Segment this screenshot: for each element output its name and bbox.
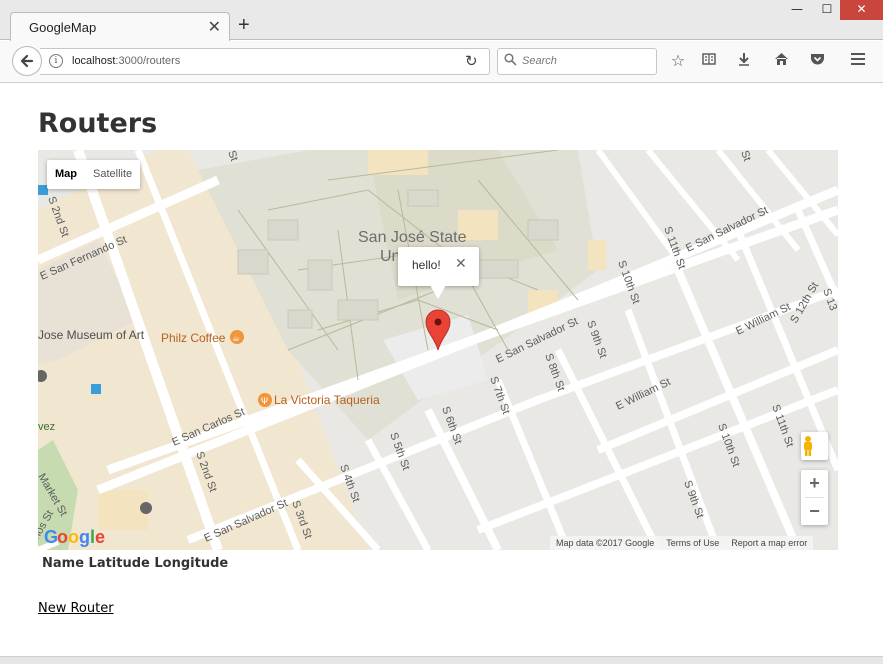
- google-logo: G o o g l e: [44, 527, 105, 547]
- map-type-satellite-button[interactable]: Satellite: [85, 160, 140, 189]
- info-window-tail: [430, 285, 446, 299]
- svg-text:o: o: [68, 527, 79, 547]
- reload-icon[interactable]: ↻: [465, 52, 478, 70]
- map-tiles[interactable]: San José State Un E San Fernando St Jose…: [38, 150, 838, 550]
- home-icon[interactable]: [770, 51, 792, 70]
- menu-icon[interactable]: [847, 51, 869, 70]
- svg-text:o: o: [57, 527, 68, 547]
- back-arrow-icon: [20, 54, 34, 68]
- map-attribution: Map data ©2017 Google Terms of Use Repor…: [550, 536, 814, 550]
- pegman-icon: [804, 436, 812, 456]
- reading-list-icon[interactable]: [698, 51, 720, 70]
- info-window-text: hello!: [412, 258, 441, 272]
- label-museum: Jose Museum of Art: [38, 328, 145, 342]
- svg-text:☕: ☕: [232, 334, 240, 344]
- info-window: hello! ✕: [398, 247, 479, 286]
- browser-tab[interactable]: GoogleMap ✕: [10, 12, 230, 41]
- label-university: San José State: [358, 229, 467, 246]
- tab-close-icon[interactable]: ✕: [208, 17, 221, 36]
- new-tab-button[interactable]: +: [238, 14, 250, 37]
- page-title: Routers: [38, 108, 158, 139]
- label-chavez: vez: [38, 421, 55, 433]
- search-icon: [504, 53, 517, 66]
- svg-text:G: G: [44, 527, 58, 547]
- info-window-close-icon[interactable]: ✕: [455, 255, 467, 272]
- terms-link[interactable]: Terms of Use: [660, 536, 725, 550]
- minimize-button[interactable]: —: [782, 0, 812, 20]
- pocket-icon[interactable]: [806, 51, 828, 70]
- label-taqueria: La Victoria Taqueria: [274, 393, 380, 407]
- zoom-out-button[interactable]: −: [801, 498, 828, 525]
- window-bottom-border: [0, 656, 883, 664]
- back-button[interactable]: [12, 46, 42, 76]
- zoom-control: + −: [801, 470, 828, 525]
- poi-icon: [140, 502, 152, 514]
- report-error-link[interactable]: Report a map error: [725, 536, 813, 550]
- label-philz: Philz Coffee: [161, 331, 226, 345]
- download-icon[interactable]: [733, 51, 755, 70]
- bookmark-star-icon[interactable]: ☆: [667, 51, 689, 70]
- browser-titlebar: GoogleMap ✕ + — ☐ ✕: [0, 0, 883, 41]
- routers-table-header: Name Latitude Longitude: [42, 556, 229, 571]
- street-view-pegman[interactable]: [801, 432, 828, 460]
- svg-text:e: e: [95, 527, 105, 547]
- map-type-control: Map Satellite: [47, 160, 141, 189]
- transit-icon-2: [91, 384, 101, 394]
- url-text: localhost:3000/routers: [72, 55, 181, 67]
- map-type-map-button[interactable]: Map: [47, 160, 85, 189]
- search-input[interactable]: Search: [522, 55, 557, 67]
- map-data-text: Map data ©2017 Google: [556, 538, 655, 548]
- search-bar[interactable]: Search: [497, 48, 657, 75]
- browser-navbar: i localhost:3000/routers ↻ Search ☆: [0, 41, 883, 83]
- svg-text:g: g: [79, 527, 90, 547]
- close-window-button[interactable]: ✕: [840, 0, 883, 20]
- zoom-in-button[interactable]: +: [801, 470, 828, 497]
- tab-title: GoogleMap: [29, 20, 97, 35]
- url-bar[interactable]: i localhost:3000/routers ↻: [40, 48, 490, 75]
- svg-text:Ψ: Ψ: [261, 397, 268, 407]
- new-router-link[interactable]: New Router: [38, 601, 114, 616]
- maximize-button[interactable]: ☐: [812, 0, 842, 20]
- info-icon[interactable]: i: [49, 54, 63, 68]
- google-map[interactable]: San José State Un E San Fernando St Jose…: [38, 150, 838, 550]
